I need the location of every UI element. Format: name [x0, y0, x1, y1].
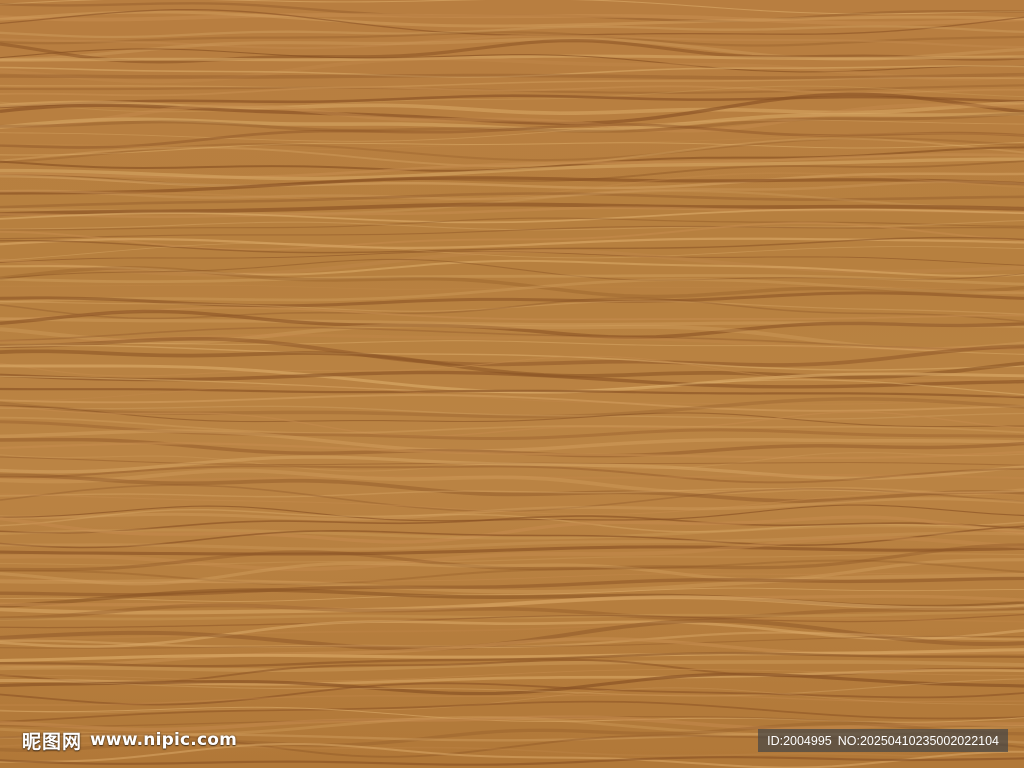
wood-grain-texture: [0, 0, 1024, 768]
watermark-brand: 昵图网 www.nipic.com: [22, 726, 237, 754]
watermark-url: www.nipic.com: [90, 730, 238, 750]
watermark-no: NO:20250410235002022104: [837, 733, 999, 748]
watermark-brand-name: 昵图网: [22, 730, 83, 753]
watermark-id-badge: ID:2004995 NO:20250410235002022104: [758, 729, 1008, 752]
watermark-id: ID:2004995: [767, 733, 832, 748]
wood-grain-image: 昵图网 www.nipic.com ID:2004995 NO:20250410…: [0, 0, 1024, 768]
